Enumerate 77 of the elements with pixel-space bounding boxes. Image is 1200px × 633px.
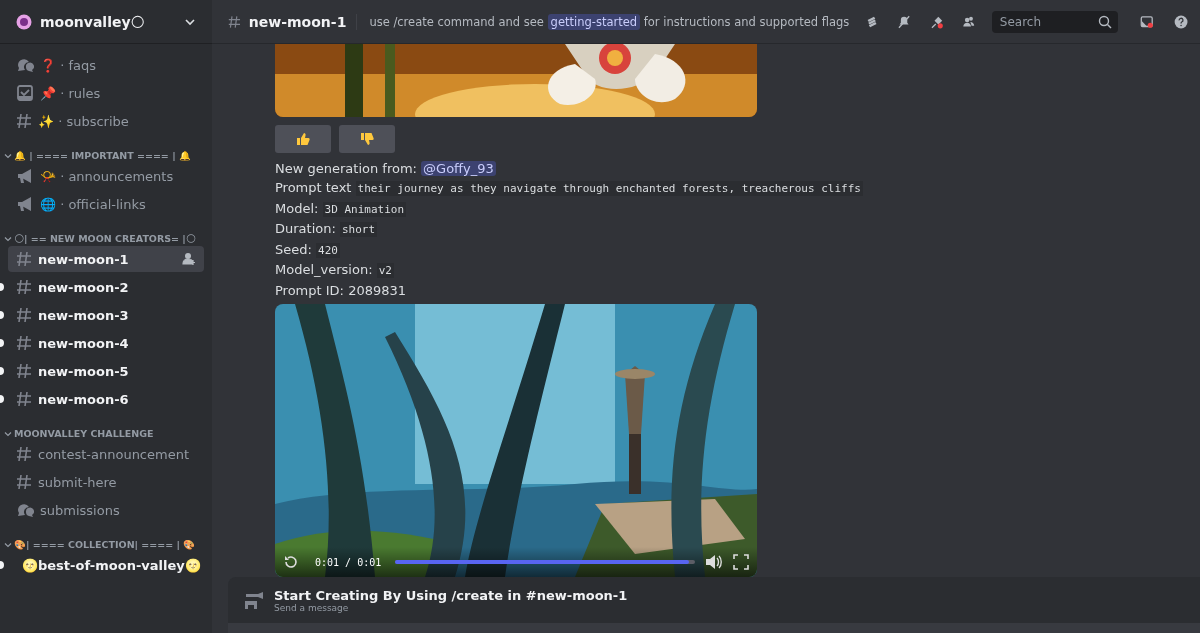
channel-link[interactable]: getting-started <box>547 13 641 30</box>
channel-item[interactable]: ✨ · subscribe <box>8 108 204 134</box>
channel-item[interactable]: new-moon-4 <box>8 330 204 356</box>
channel-name: ❓ · faqs <box>40 57 97 73</box>
search-field[interactable]: Search <box>991 10 1118 33</box>
message-line: Duration: short <box>275 220 379 240</box>
channel-name: new-moon-5 <box>38 363 130 379</box>
hash-icon <box>16 391 32 407</box>
channel-name: new-moon-1 <box>38 251 130 267</box>
hash-icon <box>16 307 32 323</box>
hash-icon <box>16 113 32 129</box>
message-line: Prompt ID: 2089831 <box>275 281 408 300</box>
hash-icon <box>16 363 32 379</box>
channel-item[interactable]: contest-announcement <box>8 441 204 467</box>
channel-name: new-moon-6 <box>38 391 130 407</box>
channel-item[interactable]: submit-here <box>8 469 204 495</box>
add-member-icon[interactable] <box>182 252 196 266</box>
reaction-button[interactable] <box>339 124 395 153</box>
thumbs-down-icon <box>360 131 374 146</box>
channel-item[interactable]: 📯 · announcements <box>8 163 204 189</box>
video-time: 0:01 / 0:01 <box>315 556 382 568</box>
category-name[interactable]: 🎨| ==== COLLECTION| ==== | 🎨 <box>14 539 196 550</box>
channel-name: submit-here <box>38 474 118 490</box>
hash-icon <box>16 446 32 462</box>
channel-name: submissions <box>40 502 121 518</box>
server-header[interactable]: moonvalley🌕 <box>0 0 212 44</box>
channel-item[interactable]: submissions <box>8 497 204 523</box>
message-line: New generation from: @Goffy_93 <box>275 159 497 178</box>
channel-item[interactable]: new-moon-1 <box>8 246 204 272</box>
forum-icon <box>16 501 34 519</box>
channel-name: new-moon-2 <box>38 279 130 295</box>
bot-icon <box>242 590 264 610</box>
reaction-button[interactable] <box>275 124 331 153</box>
volume-icon[interactable] <box>705 554 723 570</box>
channel-name: new-moon-3 <box>38 307 130 323</box>
search-input[interactable]: Search <box>997 13 1098 30</box>
server-logo-icon <box>16 13 32 30</box>
channel-name: 📌 · rules <box>40 85 102 101</box>
channel-name: 🌐 · official-links <box>40 196 147 212</box>
hash-icon <box>16 279 32 295</box>
hash-icon <box>16 474 32 490</box>
channel-item[interactable]: 🌝best-of-moon-valley🌝 <box>8 552 204 578</box>
channel-name: 📯 · announcements <box>40 168 175 184</box>
megaphone-icon <box>16 195 34 213</box>
search-icon <box>1097 14 1112 29</box>
hash-icon <box>16 251 32 267</box>
server-name: moonvalley🌕 <box>40 13 147 30</box>
channel-item[interactable]: 📌 · rules <box>8 80 204 106</box>
message-line: Prompt text their journey as they navigate through enchanted forests, treacherous cliffs <box>275 179 864 199</box>
composer-title: Start Creating By Using /create in #new-moon-1 <box>274 587 628 603</box>
channel-item[interactable]: new-moon-3 <box>8 302 204 328</box>
forum-icon <box>16 56 34 74</box>
category-name[interactable]: 🌕| == NEW MOON CREATORS= |🌕 <box>14 233 196 244</box>
channel-name: contest-announcement <box>38 446 191 462</box>
composer-subtitle: Send a message <box>274 602 349 613</box>
category-name[interactable]: MOONVALLEY CHALLENGE <box>14 428 154 439</box>
message-line: Model: 3D Animation <box>275 199 408 219</box>
channel-topic: use /create command and see getting-started for instructions and supported flags <box>369 14 850 29</box>
thumbs-up-icon <box>296 131 310 146</box>
megaphone-icon <box>16 167 34 185</box>
message-line: Seed: 420 <box>275 240 341 260</box>
channel-name: ✨ · subscribe <box>38 113 130 129</box>
channel-item[interactable]: new-moon-5 <box>8 358 204 384</box>
category-name[interactable]: 🔔 | ==== IMPORTANT ==== | 🔔 <box>14 150 191 161</box>
message-line: Model_version: v2 <box>275 261 395 281</box>
channel-item[interactable]: new-moon-6 <box>8 386 204 412</box>
channel-item[interactable]: new-moon-2 <box>8 274 204 300</box>
hash-icon <box>16 335 32 351</box>
user-mention[interactable]: @Goffy_93 <box>421 160 496 176</box>
channel-item[interactable]: ❓ · faqs <box>8 52 204 78</box>
channel-name: 🌝best-of-moon-valley🌝 <box>22 557 201 573</box>
channel-name: new-moon-4 <box>38 335 130 351</box>
channel-item[interactable]: 🌐 · official-links <box>8 191 204 217</box>
rules-icon <box>16 84 34 102</box>
channel-title: new-moon-1 <box>248 13 358 30</box>
fullscreen-icon[interactable] <box>733 554 749 570</box>
replay-icon[interactable] <box>283 554 299 570</box>
